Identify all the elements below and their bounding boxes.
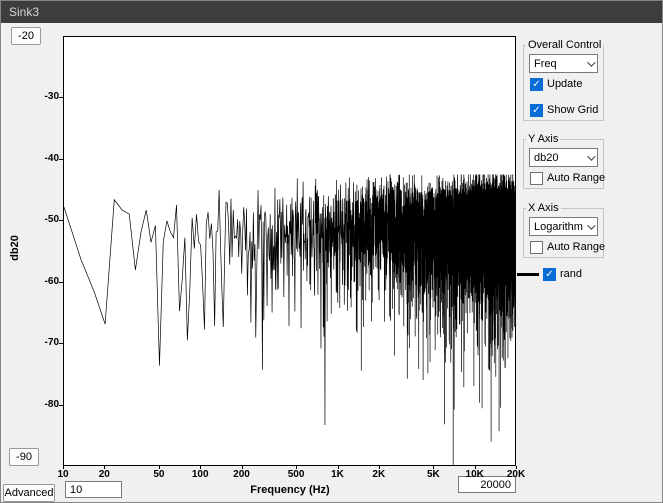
x-tick-label: 10K: [466, 469, 484, 480]
title-bar[interactable]: Sink3: [1, 1, 662, 23]
x-axis-group-title: X Axis: [526, 202, 561, 214]
y-axis-dropdown[interactable]: db20: [529, 148, 598, 167]
chevron-down-icon: [583, 55, 597, 72]
x-axis-label: Frequency (Hz): [250, 484, 329, 496]
x-tick-label: 1K: [331, 469, 344, 480]
checkbox-checked-icon: ✓: [530, 78, 543, 91]
chevron-down-icon: [583, 218, 597, 235]
overall-control-group-title: Overall Control: [526, 39, 603, 51]
window-title: Sink3: [9, 1, 39, 23]
rand-series-label: rand: [560, 268, 582, 280]
series-line-icon: [517, 273, 539, 276]
x-auto-range-label: Auto Range: [547, 241, 605, 253]
y-tick-label: -40: [27, 153, 59, 164]
y-axis-max-button[interactable]: -20: [11, 27, 41, 45]
overall-control-dropdown-value: Freq: [530, 58, 583, 70]
x-tick-label: 500: [288, 469, 305, 480]
x-tick-label: 5K: [427, 469, 440, 480]
x-tick-label: 10: [57, 469, 68, 480]
x-tick-label: 2K: [372, 469, 385, 480]
x-tick-label: 20: [99, 469, 110, 480]
y-tick-mark: [59, 282, 63, 283]
checkbox-unchecked-icon: ✓: [530, 172, 543, 185]
y-axis-label: db20: [9, 235, 21, 261]
x-auto-range-checkbox[interactable]: ✓ Auto Range: [530, 240, 605, 254]
update-checkbox-label: Update: [547, 78, 582, 90]
overall-control-dropdown[interactable]: Freq: [529, 54, 598, 73]
y-axis-dropdown-value: db20: [530, 152, 583, 164]
legend: ✓ rand: [517, 266, 582, 282]
y-axis-min-button[interactable]: -90: [9, 448, 39, 466]
x-tick-label: 50: [153, 469, 164, 480]
plot-area[interactable]: [63, 36, 516, 466]
y-tick-label: -60: [27, 276, 59, 287]
y-tick-mark: [59, 97, 63, 98]
y-tick-label: -30: [27, 91, 59, 102]
y-tick-mark: [59, 343, 63, 344]
advanced-button[interactable]: Advanced: [3, 484, 55, 502]
chevron-down-icon: [583, 149, 597, 166]
x-axis-group: X Axis Logarithmic ✓ Auto Range: [523, 208, 604, 258]
y-tick-label: -80: [27, 399, 59, 410]
x-tick-label: 100: [192, 469, 209, 480]
x-axis-dropdown[interactable]: Logarithmic: [529, 217, 598, 236]
y-tick-label: -50: [27, 214, 59, 225]
spectrum-trace: [64, 37, 515, 465]
x-axis-dropdown-value: Logarithmic: [530, 221, 583, 233]
y-axis-group: Y Axis db20 ✓ Auto Range: [523, 139, 604, 189]
y-auto-range-checkbox[interactable]: ✓ Auto Range: [530, 171, 605, 185]
y-auto-range-label: Auto Range: [547, 172, 605, 184]
update-checkbox[interactable]: ✓ Update: [530, 77, 582, 91]
y-tick-mark: [59, 159, 63, 160]
x-axis-min-input[interactable]: [65, 481, 122, 498]
show-grid-checkbox[interactable]: ✓ Show Grid: [530, 103, 598, 117]
rand-series-checkbox[interactable]: ✓: [543, 268, 556, 281]
checkbox-unchecked-icon: ✓: [530, 241, 543, 254]
y-tick-mark: [59, 405, 63, 406]
checkbox-checked-icon: ✓: [530, 104, 543, 117]
y-tick-mark: [59, 220, 63, 221]
show-grid-checkbox-label: Show Grid: [547, 104, 598, 116]
y-axis-group-title: Y Axis: [526, 133, 560, 145]
y-tick-label: -70: [27, 337, 59, 348]
x-tick-label: 200: [233, 469, 250, 480]
x-tick-label: 20K: [507, 469, 525, 480]
sink3-window: Sink3 -20 -90 db20 Frequency (Hz) Advanc…: [0, 0, 663, 503]
overall-control-group: Overall Control Freq ✓ Update ✓ Show Gri…: [523, 45, 604, 121]
